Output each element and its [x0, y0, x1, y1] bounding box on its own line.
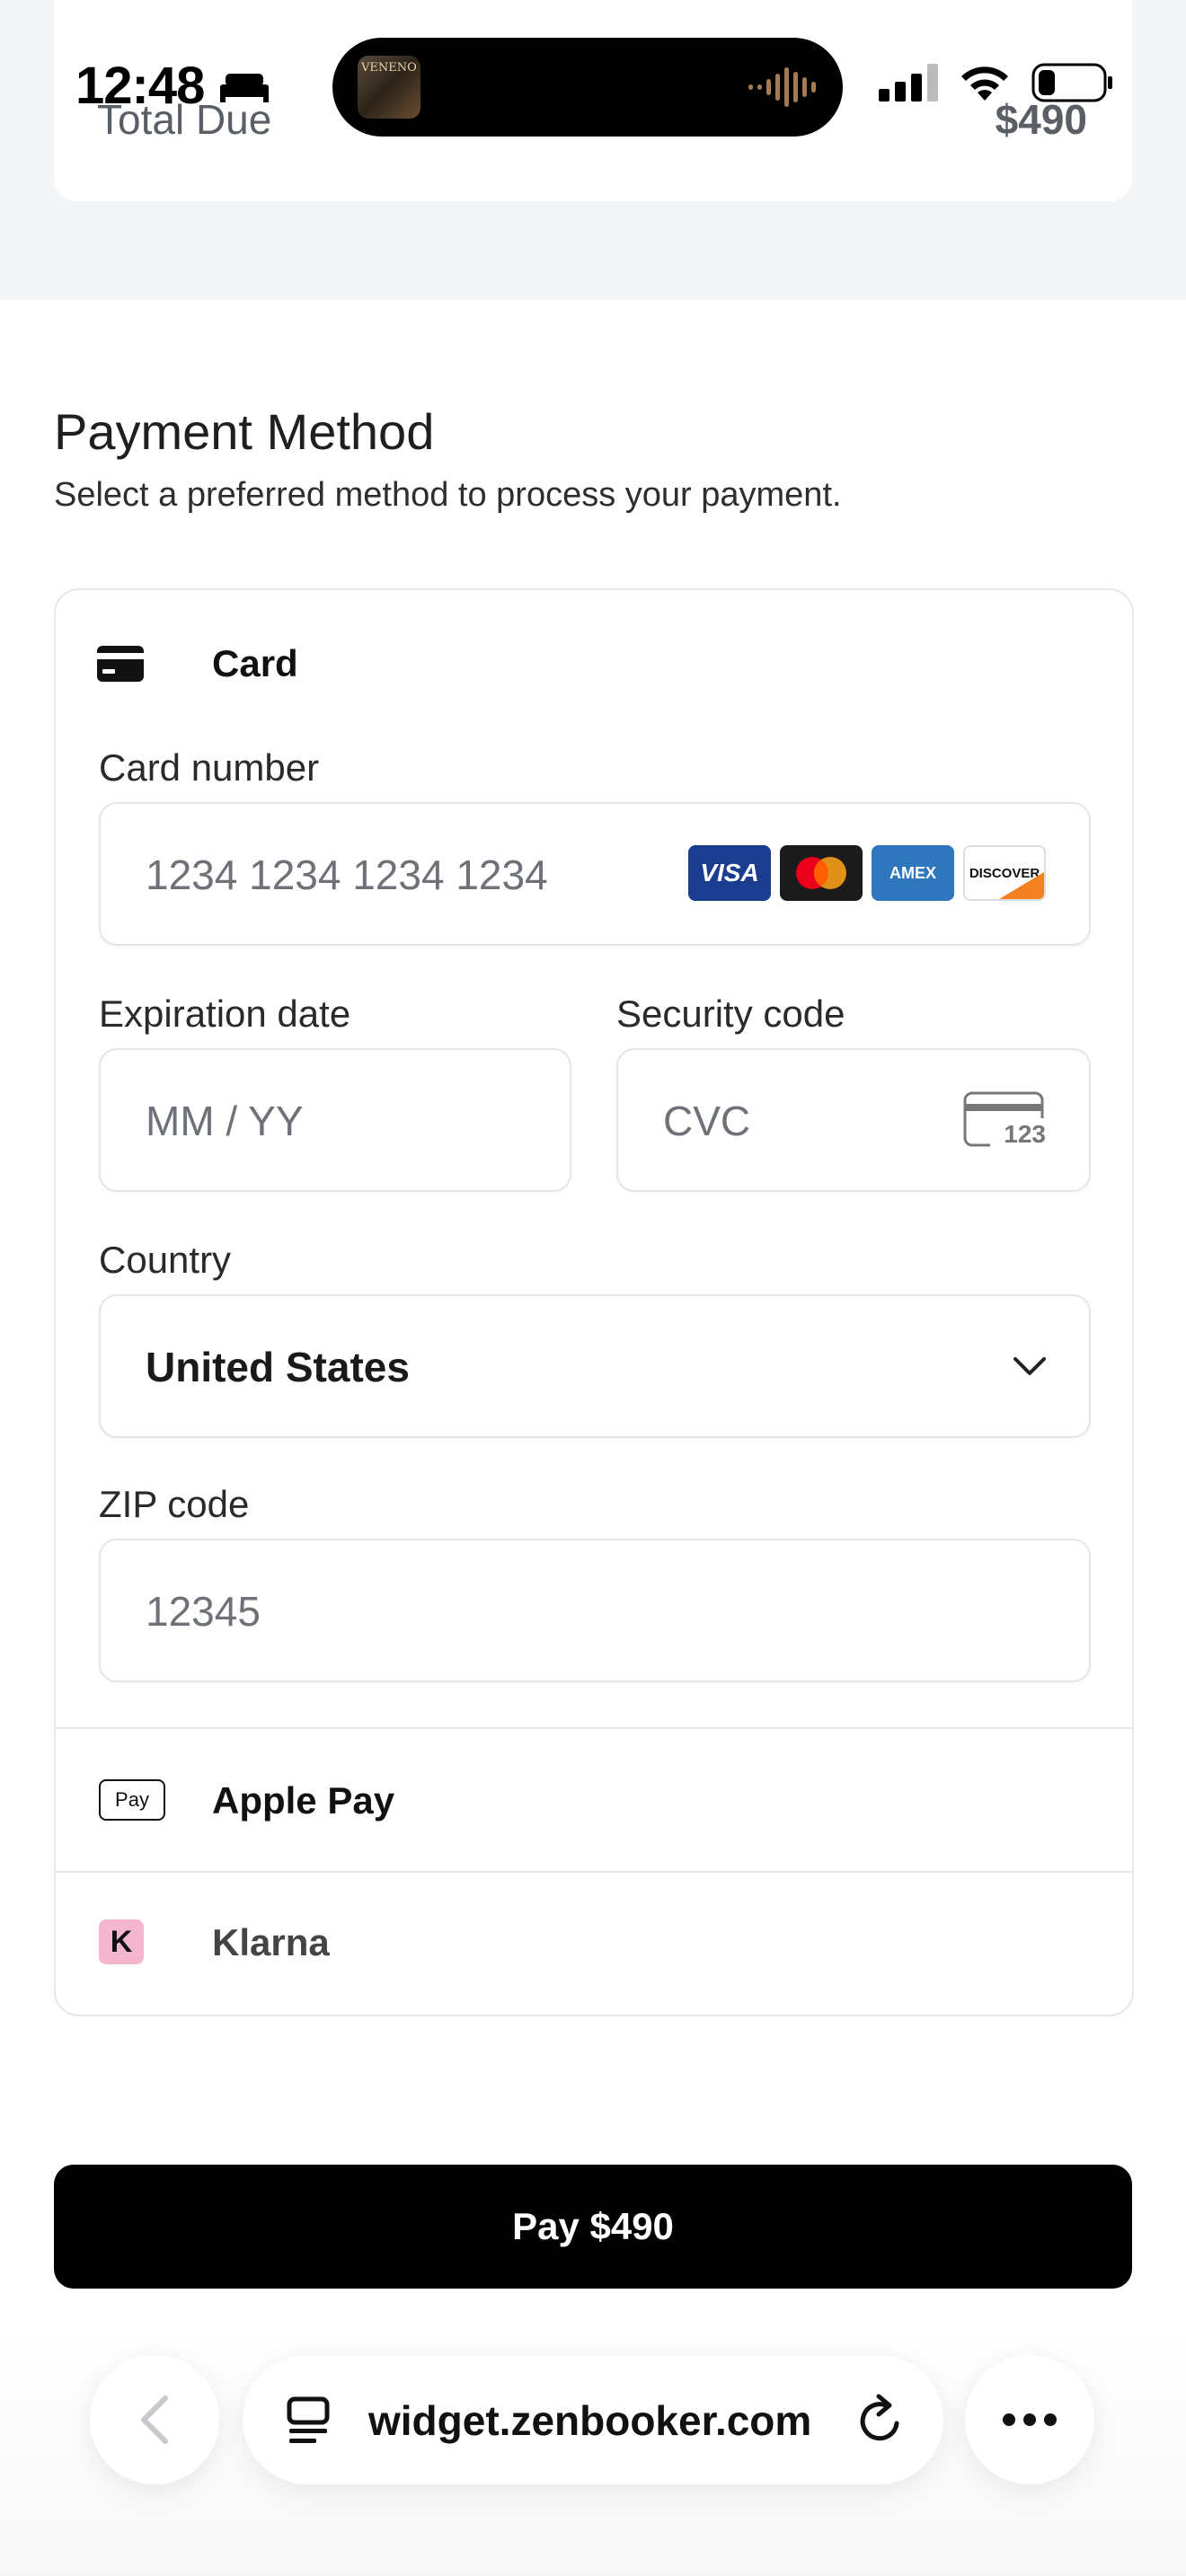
pay-button[interactable]: Pay $490	[54, 2165, 1132, 2289]
visa-logo: VISA	[688, 845, 771, 901]
artwork-text: VENENO	[361, 61, 417, 75]
payment-method-subtitle: Select a preferred method to process you…	[54, 476, 842, 514]
card-number-label: Card number	[99, 746, 320, 789]
zip-code-input[interactable]: 12345	[99, 1539, 1091, 1682]
method-option-card[interactable]: Card	[56, 590, 1132, 734]
url-text: widget.zenbooker.com	[368, 2397, 812, 2444]
total-due-value: $490	[995, 96, 1087, 143]
chevron-left-icon	[141, 2395, 168, 2444]
klarna-icon: K	[99, 1919, 144, 1964]
method-option-klarna[interactable]: K Klarna	[56, 1873, 1132, 2015]
chevron-down-icon	[1013, 1357, 1046, 1375]
dynamic-island[interactable]: VENENO	[332, 38, 843, 137]
zip-code-label: ZIP code	[99, 1483, 250, 1525]
security-code-label: Security code	[616, 992, 845, 1035]
card-brand-logos: VISA AMEX DISCOVER	[688, 845, 1046, 901]
klarna-badge-text: K	[110, 1924, 133, 1959]
apple-pay-icon: Pay	[99, 1779, 165, 1821]
method-card-label: Card	[212, 642, 298, 684]
cvc-card-icon: 123	[963, 1091, 1046, 1149]
status-time-text: 12:48	[75, 57, 205, 115]
expiration-date-placeholder: MM / YY	[146, 1098, 304, 1144]
expiration-date-input[interactable]: MM / YY	[99, 1048, 571, 1192]
page-menu-icon	[287, 2396, 330, 2443]
card-number-placeholder: 1234 1234 1234 1234	[146, 851, 548, 898]
status-time: 12:48	[75, 56, 270, 116]
back-button[interactable]	[90, 2355, 219, 2484]
amex-logo: AMEX	[872, 845, 954, 901]
payment-method-title: Payment Method	[54, 403, 435, 460]
country-label: Country	[99, 1239, 232, 1281]
mastercard-logo	[780, 845, 863, 901]
security-code-input[interactable]: CVC 123	[616, 1048, 1091, 1192]
card-number-input[interactable]: 1234 1234 1234 1234 VISA AMEX DISCOVER	[99, 802, 1091, 946]
credit-card-icon	[97, 646, 144, 682]
status-indicators	[879, 63, 1114, 102]
cvc-icon-text: 123	[1004, 1120, 1046, 1148]
address-bar[interactable]: widget.zenbooker.com	[243, 2355, 943, 2484]
ellipsis-icon	[1003, 2413, 1057, 2426]
zip-code-placeholder: 12345	[146, 1588, 261, 1635]
battery-icon	[1031, 63, 1112, 102]
method-klarna-label: Klarna	[212, 1921, 330, 1963]
reload-icon[interactable]	[855, 2393, 906, 2447]
country-select[interactable]: United States	[99, 1294, 1091, 1438]
security-code-placeholder: CVC	[663, 1098, 751, 1144]
country-selected-value: United States	[146, 1344, 410, 1390]
payment-methods-panel: Card Card number 1234 1234 1234 1234 VIS…	[54, 588, 1134, 2016]
apple-pay-badge-text: Pay	[115, 1788, 149, 1811]
more-options-button[interactable]	[965, 2355, 1094, 2484]
now-playing-artwork: VENENO	[358, 56, 420, 119]
bed-icon	[220, 73, 270, 102]
method-option-apple-pay[interactable]: Pay Apple Pay	[56, 1729, 1132, 1871]
audio-waveform-icon	[748, 66, 816, 108]
wifi-icon	[961, 66, 1008, 101]
discover-logo: DISCOVER	[963, 845, 1046, 901]
method-apple-pay-label: Apple Pay	[212, 1779, 395, 1822]
page: Total Due $490 12:48 VENENO Payment Meth…	[0, 0, 1186, 2576]
cellular-signal-icon	[879, 64, 938, 101]
expiration-date-label: Expiration date	[99, 992, 351, 1035]
